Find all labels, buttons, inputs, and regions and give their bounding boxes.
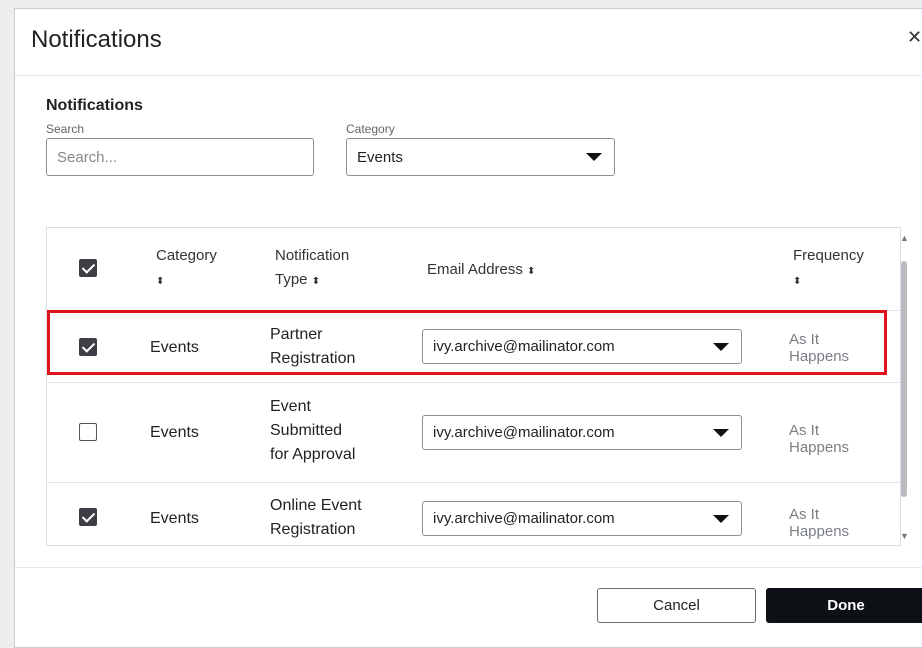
row-notification-type: Event Submitted for Approval: [270, 398, 356, 463]
close-icon[interactable]: ✕: [907, 27, 922, 48]
col-header-email[interactable]: Email Address ⬍: [427, 258, 535, 284]
category-select-value: Events: [357, 148, 403, 166]
row-email-select[interactable]: ivy.archive@mailinator.com: [422, 415, 742, 450]
notifications-dialog: Notifications ✕ Notifications Search Cat…: [14, 8, 922, 648]
row-email-value: ivy.archive@mailinator.com: [433, 510, 615, 527]
row-email-select[interactable]: ivy.archive@mailinator.com: [422, 501, 742, 536]
sort-icon[interactable]: ⬍: [793, 276, 801, 287]
select-all-checkbox[interactable]: [79, 259, 97, 277]
row-frequency: As It Happens: [789, 422, 850, 456]
category-label: Category: [346, 122, 395, 136]
sort-icon[interactable]: ⬍: [312, 276, 320, 287]
col-header-category[interactable]: Category ⬍: [156, 244, 217, 294]
row-email-select[interactable]: ivy.archive@mailinator.com: [422, 329, 742, 364]
row-frequency: As It Happens: [789, 506, 850, 540]
scrollbar-thumb[interactable]: [901, 261, 907, 497]
table-scrollbar[interactable]: ▲ ▼: [899, 233, 909, 545]
category-select[interactable]: Events: [346, 138, 615, 176]
cancel-button[interactable]: Cancel: [597, 588, 756, 623]
header-divider: [15, 75, 922, 76]
dialog-title: Notifications: [31, 26, 162, 53]
col-header-frequency[interactable]: Frequency ⬍: [793, 244, 864, 294]
row-checkbox[interactable]: [79, 423, 97, 441]
chevron-down-icon: [713, 428, 729, 437]
search-label: Search: [46, 122, 85, 136]
row-email-value: ivy.archive@mailinator.com: [433, 424, 615, 441]
row-checkbox[interactable]: [79, 338, 97, 356]
search-input[interactable]: [46, 138, 314, 176]
chevron-down-icon: [713, 342, 729, 351]
row-category: Events: [150, 510, 199, 527]
col-header-notification-type[interactable]: Notification Type ⬍: [275, 244, 349, 294]
row-notification-type: Online Event Registration: [270, 497, 362, 538]
scroll-up-arrow-icon[interactable]: ▲: [900, 233, 909, 243]
footer-divider: [15, 567, 922, 568]
row-frequency: As It Happens: [789, 331, 850, 365]
notifications-table: Category ⬍ Notification Type ⬍ Email Add…: [46, 227, 901, 546]
row-category: Events: [150, 339, 199, 356]
chevron-down-icon: [713, 514, 729, 523]
row-checkbox[interactable]: [79, 508, 97, 526]
row-divider: [47, 482, 900, 483]
row-divider: [47, 382, 900, 383]
row-category: Events: [150, 424, 199, 441]
chevron-down-icon: [586, 153, 602, 161]
section-title: Notifications: [46, 97, 143, 114]
row-email-value: ivy.archive@mailinator.com: [433, 338, 615, 355]
row-notification-type: Partner Registration: [270, 326, 356, 367]
scroll-down-arrow-icon[interactable]: ▼: [900, 531, 909, 541]
row-divider: [47, 310, 900, 311]
sort-icon[interactable]: ⬍: [527, 266, 535, 277]
done-button[interactable]: Done: [766, 588, 922, 623]
sort-icon[interactable]: ⬍: [156, 276, 164, 287]
